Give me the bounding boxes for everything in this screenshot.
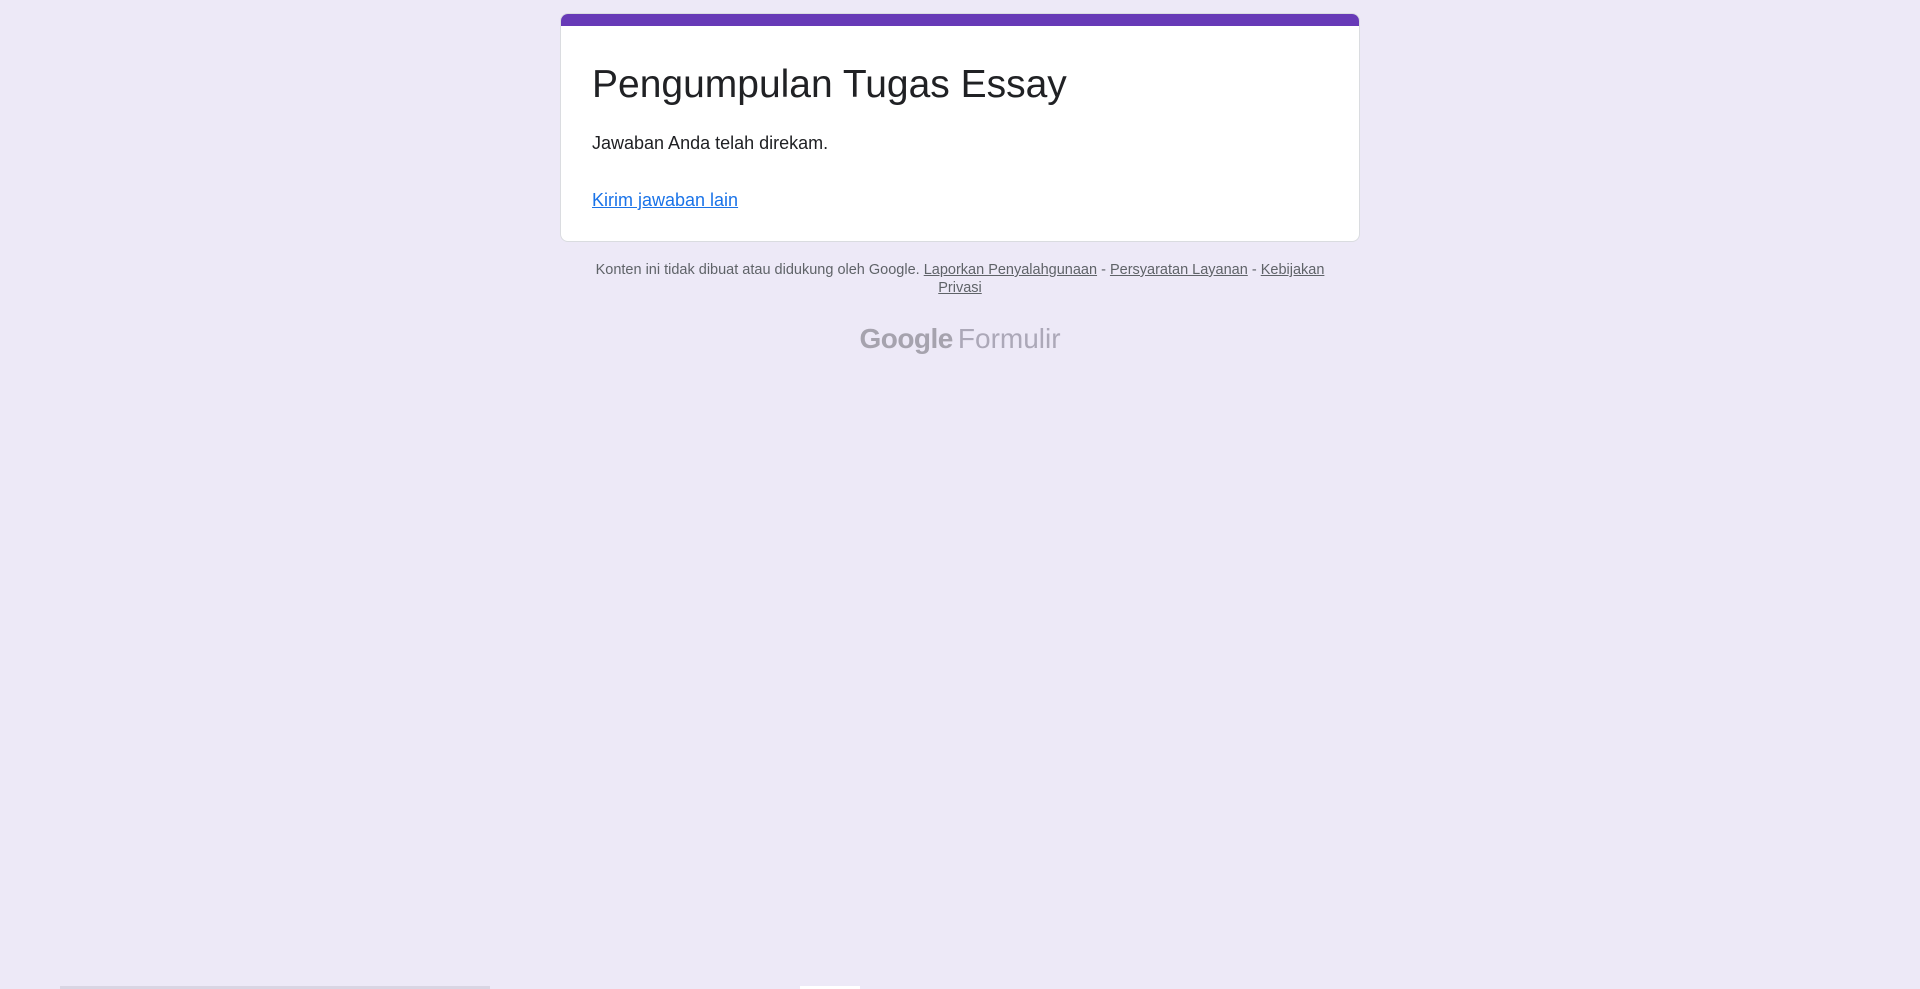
report-abuse-link[interactable]: Laporkan Penyalahgunaan bbox=[924, 262, 1097, 278]
brand-google-text: Google bbox=[859, 323, 953, 354]
footer-separator: - bbox=[1251, 262, 1257, 278]
google-forms-logo[interactable]: Google Formulir bbox=[0, 323, 1920, 355]
confirmation-message: Jawaban Anda telah direkam. bbox=[592, 133, 829, 153]
submit-another-response-link[interactable]: Kirim jawaban lain bbox=[592, 188, 738, 213]
page: Pengumpulan Tugas Essay Jawaban Anda tel… bbox=[0, 0, 1920, 989]
brand-product-text: Formulir bbox=[957, 323, 1061, 354]
card-accent-bar bbox=[561, 14, 1359, 26]
disclaimer-text: Konten ini tidak dibuat atau didukung ol… bbox=[595, 262, 920, 278]
form-title: Pengumpulan Tugas Essay bbox=[592, 63, 1067, 106]
footer-disclaimer: Konten ini tidak dibuat atau didukung ol… bbox=[580, 261, 1340, 297]
confirmation-card: Pengumpulan Tugas Essay Jawaban Anda tel… bbox=[560, 13, 1360, 242]
terms-of-service-link[interactable]: Persyaratan Layanan bbox=[1110, 262, 1248, 278]
footer-separator: - bbox=[1101, 262, 1106, 278]
